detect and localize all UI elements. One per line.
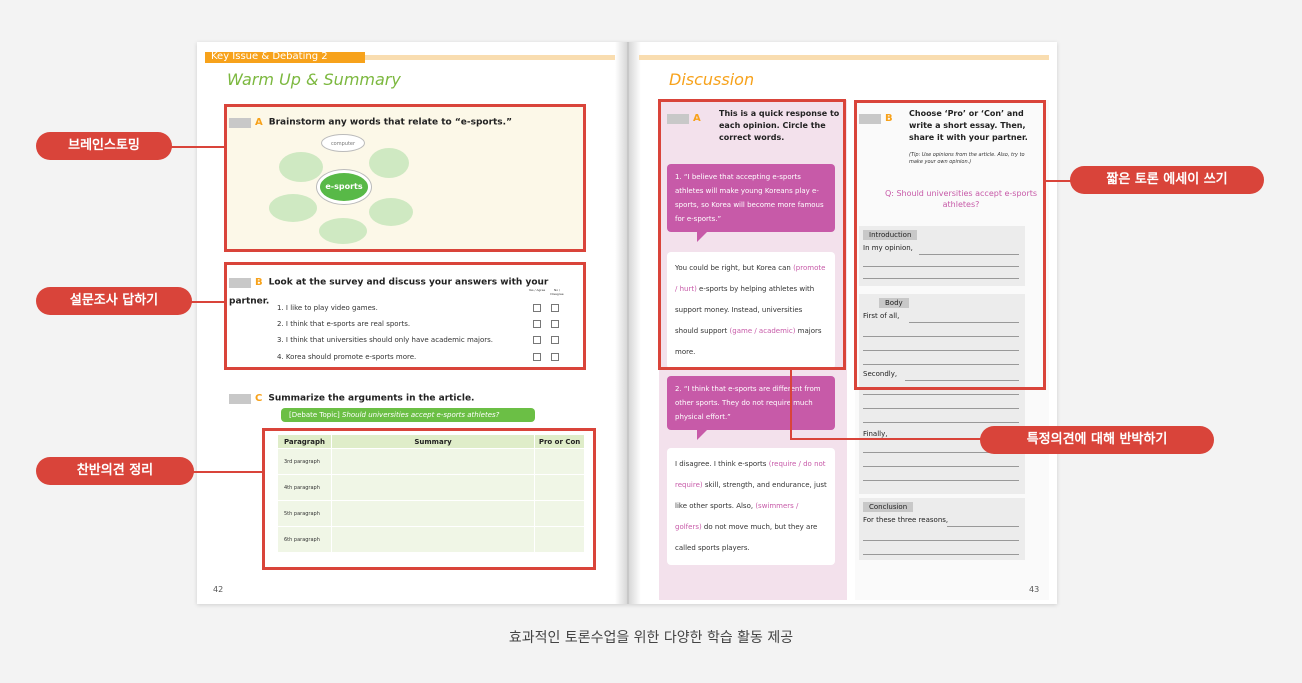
caption: 효과적인 토론수업을 위한 다양한 학습 활동 제공 — [508, 630, 794, 646]
activity-tag — [229, 393, 251, 404]
highlight-rebuttal — [658, 99, 846, 370]
leader-line — [790, 368, 792, 440]
activity-letter: C — [255, 393, 263, 404]
page-header-line — [365, 55, 617, 60]
callout-survey: 설문조사 답하기 — [36, 287, 192, 315]
opinion-bubble: 2. “I think that e-sports are different … — [667, 376, 835, 440]
highlight-summary — [262, 428, 596, 570]
callout-rebuttal: 특정의견에 대해 반박하기 — [980, 426, 1214, 454]
response-text: I disagree. I think e-sports (require / … — [667, 448, 835, 565]
callout-summary: 찬반의견 정리 — [36, 457, 194, 485]
leader-line — [790, 438, 982, 440]
highlight-survey — [224, 262, 586, 370]
leader-line — [1044, 180, 1072, 182]
page-header-line — [639, 55, 1049, 60]
essay-conclusion: Conclusion For these three reasons, — [859, 498, 1025, 560]
leader-line — [192, 471, 264, 473]
page-number-left: 42 — [213, 585, 224, 594]
activity-instruction: Summarize the arguments in the article. — [268, 393, 475, 404]
page-number-right: 43 — [1029, 585, 1040, 594]
highlight-essay — [854, 100, 1046, 390]
section-title-discussion: Discussion — [669, 70, 755, 89]
leader-line — [190, 301, 226, 303]
callout-essay: 짧은 토론 에세이 쓰기 — [1070, 166, 1264, 194]
callout-brainstorm: 브레인스토밍 — [36, 132, 172, 160]
leader-line — [170, 146, 226, 148]
page-header-label: Key Issue & Debating 2 — [205, 51, 365, 63]
section-title-warmup: Warm Up & Summary — [227, 70, 401, 89]
summary-activity-header: C Summarize the arguments in the article. — [229, 388, 474, 407]
debate-topic-bar: [Debate Topic] Should universities accep… — [281, 408, 535, 422]
highlight-brainstorm — [224, 104, 586, 252]
